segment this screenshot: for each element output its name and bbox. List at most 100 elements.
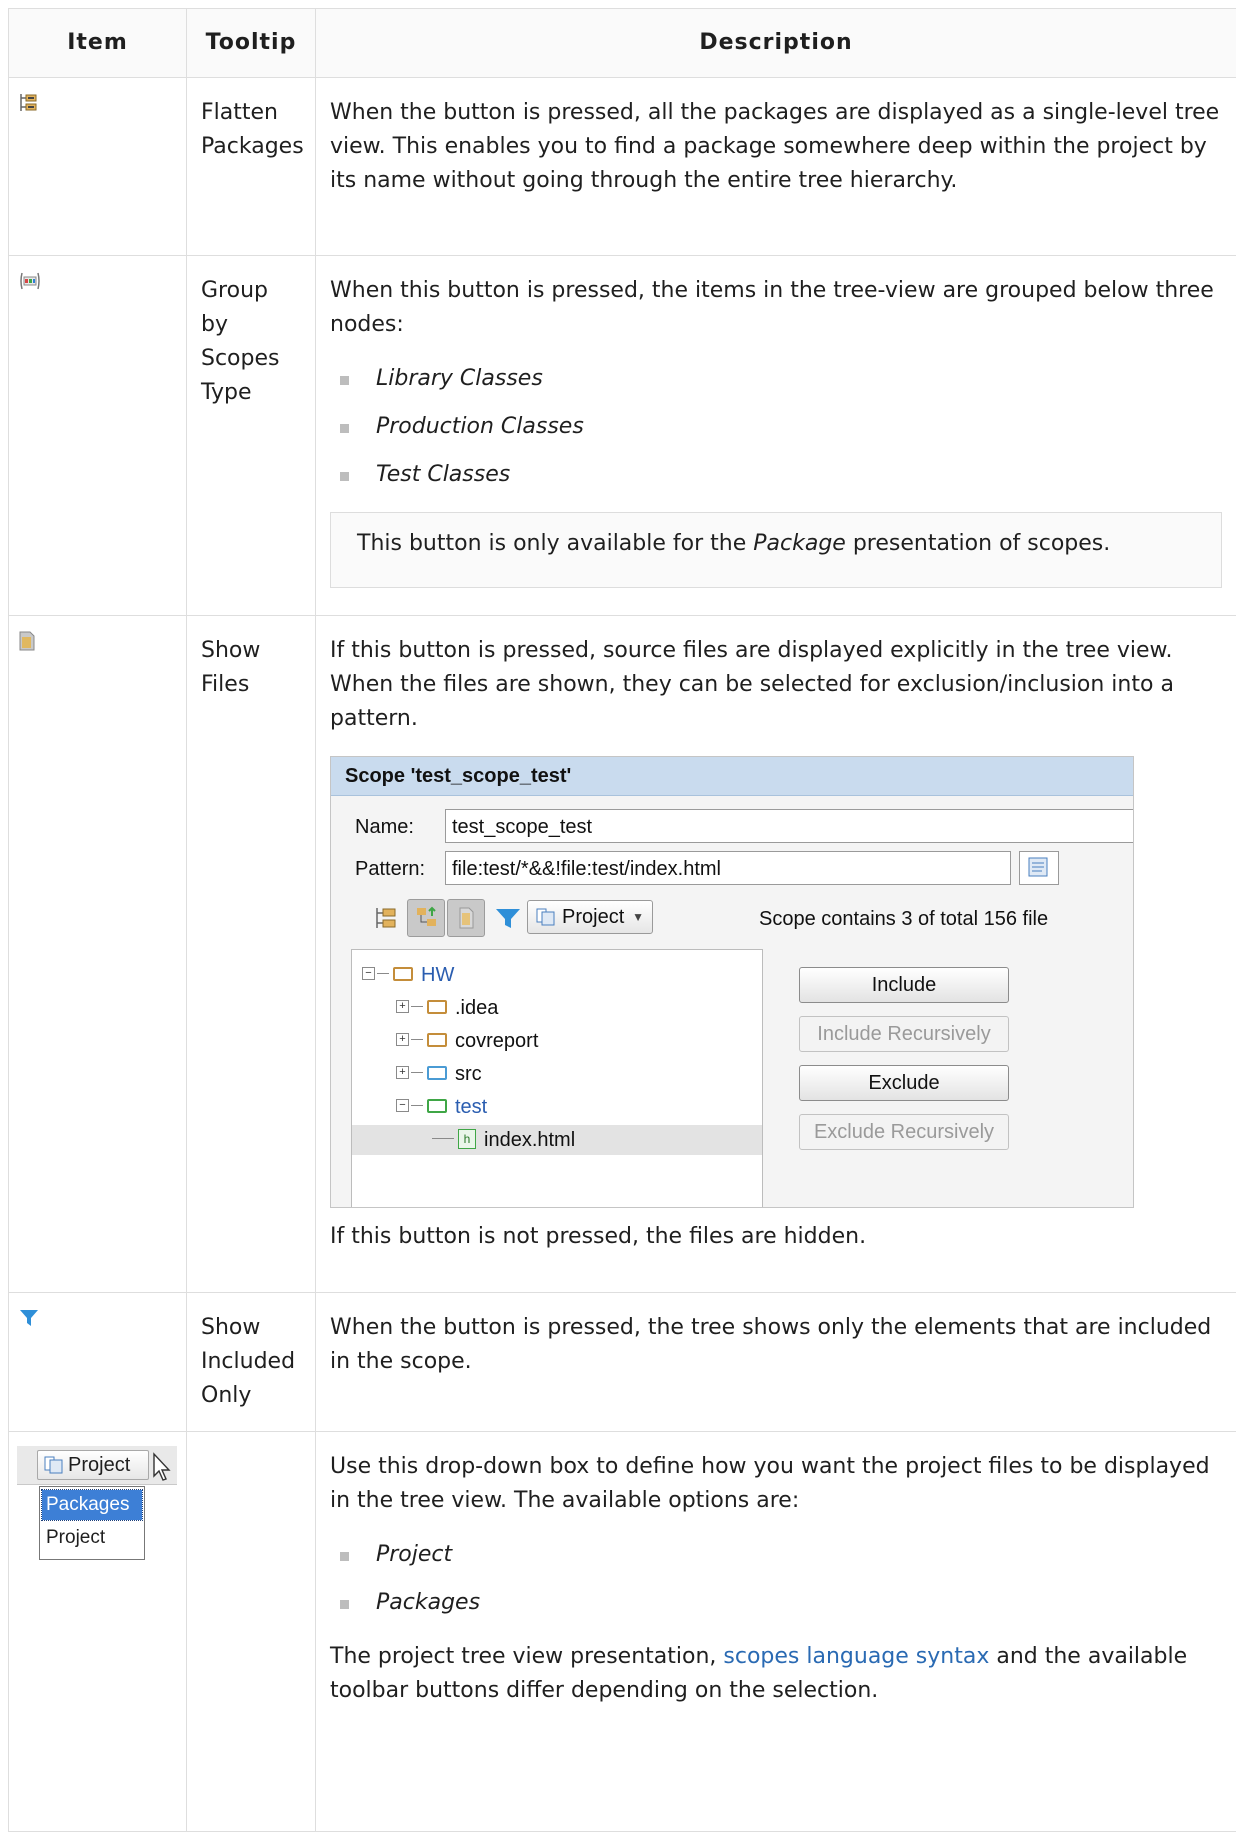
show-files-button[interactable] (447, 899, 485, 937)
tooltip-cell: Group by Scopes Type (186, 255, 316, 616)
folder-icon (427, 1065, 447, 1080)
note-text-end: presentation of scopes. (845, 531, 1111, 556)
collapse-icon: − (362, 967, 375, 981)
tree-label: HW (421, 964, 455, 986)
tree-label: .idea (455, 997, 499, 1019)
filter-icon (19, 1309, 39, 1334)
folder-icon (393, 966, 413, 981)
show-files-icon (19, 631, 35, 657)
table-row: Project Packages Project Use this drop-d… (8, 1431, 1236, 1832)
toolbar-buttons-table: Item Tooltip Description Flatten Package… (8, 8, 1236, 1832)
include-recursively-button[interactable]: Include Recursively (799, 1016, 1009, 1052)
dropdown-bar: Project (17, 1446, 177, 1485)
tree-node-src[interactable]: + src (396, 1059, 482, 1089)
folder-icon (427, 999, 447, 1014)
scope-tree[interactable]: − HW + .idea + covreport + src − test h … (351, 949, 763, 1207)
list-item: Library Classes (330, 362, 1222, 396)
tooltip-cell: Show Files (186, 615, 316, 1293)
description-cell: If this button is pressed, source files … (315, 615, 1236, 1293)
table-header-row: Item Tooltip Description (8, 8, 1236, 78)
exclude-recursively-button[interactable]: Exclude Recursively (799, 1114, 1009, 1150)
expand-icon: + (396, 1066, 409, 1080)
combo-value: Project (562, 906, 625, 928)
header-item: Item (8, 8, 187, 78)
tree-line (432, 1138, 454, 1140)
list-item: Packages (330, 1586, 1222, 1620)
description-text: If this button is pressed, source files … (330, 638, 1174, 731)
tooltip-cell: Flatten Packages (186, 77, 316, 256)
tree-line (411, 1105, 423, 1107)
tree-label: covreport (455, 1030, 539, 1052)
scope-info-text: Scope contains 3 of total 156 file (759, 908, 1049, 930)
option-project[interactable]: Project (42, 1523, 142, 1553)
item-cell (8, 1292, 187, 1432)
table-row: Flatten Packages When the button is pres… (8, 77, 1236, 256)
item-cell (8, 255, 187, 616)
flatten-packages-button[interactable] (367, 899, 405, 937)
pattern-editor-button[interactable] (1019, 851, 1059, 885)
exclude-button[interactable]: Exclude (799, 1065, 1009, 1101)
scope-dialog-screenshot: Scope 'test_scope_test' Name: test_scope… (330, 756, 1134, 1208)
tree-label: src (455, 1063, 482, 1085)
folder-icon (427, 1032, 447, 1047)
description-cell: Use this drop-down box to define how you… (315, 1431, 1236, 1832)
scopes-syntax-link[interactable]: scopes language syntax (723, 1644, 989, 1669)
description-text: Use this drop-down box to define how you… (330, 1454, 1210, 1513)
dropdown-value: Project (68, 1454, 131, 1476)
item-cell (8, 77, 187, 256)
tree-line (377, 973, 389, 975)
option-packages[interactable]: Packages (41, 1489, 143, 1521)
tree-node-test[interactable]: − test (396, 1092, 487, 1122)
header-description: Description (315, 8, 1236, 78)
description-text-after: If this button is not pressed, the files… (330, 1224, 867, 1249)
item-cell (8, 615, 187, 1293)
presentation-combo[interactable]: Project ▼ (527, 900, 653, 934)
group-by-scopes-button[interactable] (407, 899, 445, 937)
header-tooltip: Tooltip (186, 8, 316, 78)
cursor-icon (151, 1452, 175, 1493)
table-row: Group by Scopes Type When this button is… (8, 255, 1236, 616)
list-item: Project (330, 1538, 1222, 1572)
name-label: Name: (355, 816, 414, 838)
options-list: Project Packages (330, 1538, 1222, 1620)
description-text: When the button is pressed, all the pack… (330, 100, 1220, 193)
tree-line (411, 1039, 423, 1041)
table-row: Show Included Only When the button is pr… (8, 1292, 1236, 1432)
html-file-icon: h (458, 1128, 476, 1149)
name-field[interactable]: test_scope_test (445, 809, 1133, 843)
table-row: Show Files If this button is pressed, so… (8, 615, 1236, 1293)
pattern-label: Pattern: (355, 858, 426, 880)
tooltip-cell: Show Included Only (186, 1292, 316, 1432)
pattern-field[interactable]: file:test/*&&!file:test/index.html (445, 851, 1011, 885)
tooltip-cell (186, 1431, 316, 1832)
description-text: When the button is pressed, the tree sho… (330, 1315, 1212, 1374)
description-cell: When the button is pressed, the tree sho… (315, 1292, 1236, 1432)
tree-label: index.html (484, 1129, 576, 1151)
tree-node-covreport[interactable]: + covreport (396, 1026, 538, 1056)
node-list: Library Classes Production Classes Test … (330, 362, 1222, 492)
expand-icon: + (396, 1033, 409, 1047)
folder-icon (427, 1098, 447, 1113)
tree-node-hw[interactable]: − HW (362, 960, 454, 990)
dialog-title: Scope 'test_scope_test' (331, 757, 1133, 796)
chevron-down-icon: ▼ (632, 910, 644, 924)
item-cell: Project Packages Project (8, 1431, 187, 1832)
flatten-packages-icon (19, 94, 37, 119)
closing-text-start: The project tree view presentation, (330, 1644, 724, 1669)
note-box: This button is only available for the Pa… (330, 512, 1222, 588)
filter-button[interactable] (489, 899, 527, 937)
tree-node-index-html[interactable]: h index.html (352, 1125, 762, 1155)
tree-line (411, 1006, 423, 1008)
group-by-scopes-type-icon (19, 272, 41, 297)
list-item: Test Classes (330, 458, 1222, 492)
tree-line (411, 1072, 423, 1074)
include-button[interactable]: Include (799, 967, 1009, 1003)
dropdown-control[interactable]: Project (37, 1450, 149, 1480)
closing-text: The project tree view presentation, scop… (330, 1640, 1222, 1708)
project-dropdown[interactable]: Project Packages Project (17, 1446, 177, 1566)
dropdown-list: Packages Project (39, 1486, 145, 1560)
tree-node-idea[interactable]: + .idea (396, 993, 498, 1023)
note-text: This button is only available for the (357, 531, 754, 556)
expand-icon: + (396, 1000, 409, 1014)
description-cell: When the button is pressed, all the pack… (315, 77, 1236, 256)
